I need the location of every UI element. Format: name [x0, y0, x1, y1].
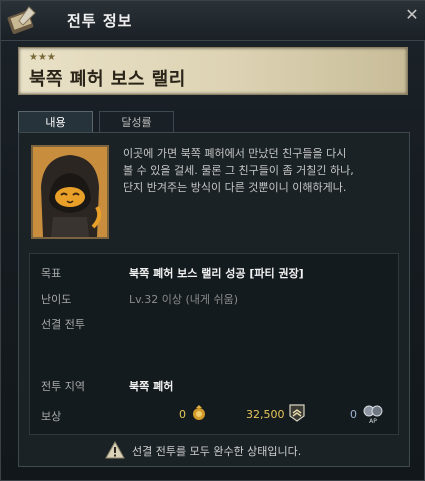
- description-line: 이곳에 가면 북쪽 폐허에서 만났던 친구들을 다시: [123, 147, 347, 160]
- description-line: 볼 수 있을 걸세. 물론 그 친구들이 좀 거칠긴 하나,: [123, 164, 354, 177]
- quest-title: 북쪽 폐허 보스 랠리: [29, 69, 186, 90]
- difficulty-label: 난이도: [41, 293, 72, 306]
- reward-label: 보상: [41, 410, 62, 423]
- scroll-icon: [7, 6, 36, 34]
- tab-achievement[interactable]: 달성률: [99, 111, 174, 133]
- window-title: 전투 정보: [67, 12, 133, 30]
- quest-banner: ★★★ 북쪽 폐허 보스 랠리: [18, 47, 408, 95]
- status-message: 선결 전투를 모두 완수한 상태입니다.: [132, 445, 302, 458]
- goal-label: 목표: [41, 267, 62, 280]
- difficulty-stars: ★★★: [29, 52, 56, 63]
- tab-content[interactable]: 내용: [18, 111, 93, 133]
- difficulty-value: Lv.32 이상 (내게 쉬움): [129, 293, 239, 306]
- warning-icon: [105, 441, 125, 459]
- gold-pouch-icon[interactable]: [190, 403, 208, 421]
- rank-badge-icon[interactable]: [288, 404, 306, 422]
- npc-portrait: [31, 145, 109, 239]
- reward-exp-amount: 32,500: [246, 408, 285, 421]
- reward-gold-amount: 0: [179, 408, 186, 421]
- title-bar[interactable]: 전투 정보 ✕: [1, 1, 425, 41]
- ap-tag: AP: [369, 418, 377, 425]
- ap-icon[interactable]: AP: [362, 403, 384, 425]
- quest-description: 이곳에 가면 북쪽 폐허에서 만났던 친구들을 다시 볼 수 있을 걸세. 물론…: [123, 145, 403, 196]
- prerequisite-label: 선결 전투: [41, 318, 85, 331]
- close-icon[interactable]: ✕: [404, 7, 420, 23]
- area-value: 북쪽 폐허: [129, 380, 174, 393]
- goal-value: 북쪽 폐허 보스 랠리 성공 [파티 권장]: [129, 267, 304, 280]
- hooded-cat-image: [33, 147, 107, 237]
- battle-info-window: 전투 정보 ✕ ★★★ 북쪽 폐허 보스 랠리 내용 달성률 이곳에 가면 북쪽…: [0, 0, 425, 481]
- area-label: 전투 지역: [41, 380, 85, 393]
- description-line: 단지 반겨주는 방식이 다른 것뿐이니 이해하게나.: [123, 181, 347, 194]
- reward-ap-amount: 0: [350, 408, 357, 421]
